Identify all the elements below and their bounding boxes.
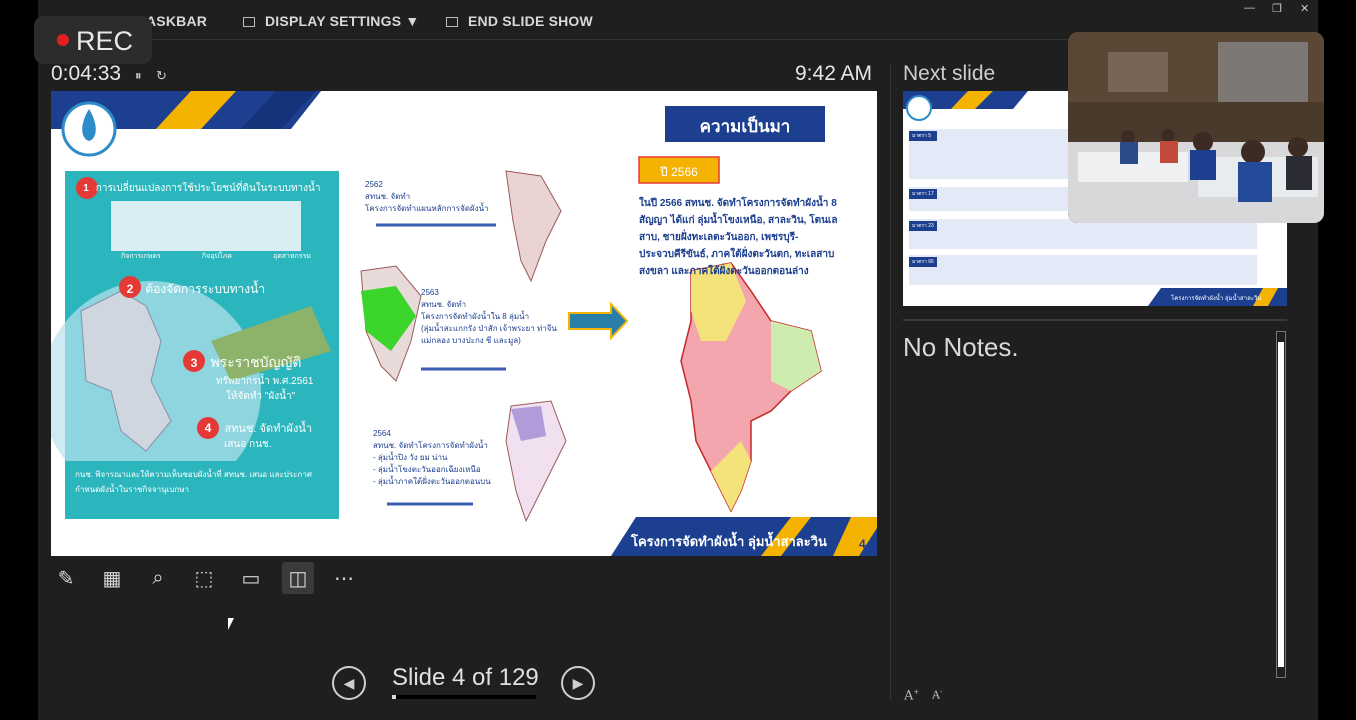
icon-captions: กิจการเกษตร กิจอุปโภค อุตสาหกรรม [121, 253, 311, 260]
left-item-4: 4 สทนช. จัดทำผังน้ำ เสนอ กนช. [200, 419, 312, 452]
current-time: 9:42 AM [795, 62, 873, 85]
minimize-button[interactable]: — [1244, 2, 1255, 14]
next-slide-label: Next slide [903, 62, 996, 85]
description-text: ในปี 2566 สทนช. จัดทำโครงการจัดทำผังน้ำ … [639, 198, 838, 277]
zoom-icon[interactable]: ⌕ [142, 562, 174, 594]
decrease-font-button[interactable]: A- [932, 688, 942, 702]
next-row-label: มาตรา 66 [912, 259, 934, 265]
see-all-slides-icon[interactable]: ▦ [96, 562, 128, 594]
arrow-graphic [568, 301, 629, 341]
year-badge: ปี 2566 [660, 165, 698, 179]
pointer-options-icon[interactable]: ⬚ [188, 562, 220, 594]
left-panel-footer: กนช. พิจารณาและให้ความเห็นชอบผังน้ำที่ ส… [75, 470, 312, 494]
scrollbar-thumb[interactable] [1278, 342, 1284, 667]
end-show-icon [446, 17, 458, 27]
elapsed-timer: 0:04:33 [51, 62, 122, 85]
restore-button[interactable]: ❐ [1272, 2, 1282, 15]
timeline-2564: 2564 สทนช. จัดทำโครงการจัดทำผังน้ำ - ลุ่… [373, 429, 491, 486]
taskbar-button[interactable]: ASKBAR [146, 13, 207, 29]
next-slide-page-number: 5 [1279, 295, 1283, 301]
timeline-2563: 2563 สทนช. จัดทำ โครงการจัดทำผังน้ำใน 8 … [421, 288, 557, 345]
next-row-label: มาตรา 5 [912, 133, 932, 139]
camera-icon[interactable]: ◫ [282, 562, 314, 594]
current-slide[interactable]: ความเป็นมา ปี 2566 ในปี 2566 สทนช. จัดทำ… [51, 91, 877, 556]
pen-icon[interactable]: ✎ [50, 562, 82, 594]
camera-feed[interactable] [1068, 32, 1324, 223]
increase-font-button[interactable]: A+ [904, 688, 919, 703]
slide-page-number: 4 [859, 537, 866, 551]
meeting-room-video [1068, 32, 1324, 223]
item-number: 2 [126, 282, 134, 296]
next-slide-footer: โครงการจัดทำผังน้ำ ลุ่มน้ำสาละวิน [1171, 296, 1262, 302]
subtitles-icon[interactable]: ▭ [235, 562, 267, 594]
slide-footer-title: โครงการจัดทำผังน้ำ ลุ่มน้ำสาละวิน [631, 534, 827, 549]
item-number: 1 [83, 183, 89, 194]
next-row-label: มาตรา 17 [912, 191, 934, 197]
notes-separator[interactable] [903, 319, 1287, 321]
record-dot-icon [57, 34, 69, 46]
next-arrow-icon: ▶ [572, 674, 584, 691]
left-item-1: 1 การเปลี่ยนแปลงการใช้ประโยชน์ที่ดินในระ… [79, 181, 320, 196]
more-options-icon[interactable]: ⋯ [328, 562, 360, 594]
slide-progress-bar [392, 695, 536, 699]
close-button[interactable]: ✕ [1300, 2, 1309, 15]
previous-arrow-icon: ◀ [343, 674, 355, 691]
progress-fill [392, 695, 397, 699]
previous-slide-button[interactable]: ◀ [332, 666, 366, 700]
left-item-2: 2 ต้องจัดการระบบทางน้ำ [122, 280, 265, 299]
panel-divider[interactable] [890, 64, 891, 700]
recording-indicator: REC [34, 16, 152, 64]
item-number: 3 [190, 356, 198, 370]
display-settings-button[interactable]: DISPLAY SETTINGS ▼ [243, 13, 419, 29]
reset-timer-button[interactable]: ↻ [156, 68, 167, 84]
speaker-notes[interactable]: No Notes. [903, 332, 1019, 363]
notes-scrollbar[interactable] [1276, 331, 1286, 678]
left-item-3: 3 พระราชบัญญัติ ทรัพยากรน้ำ พ.ศ.2561 ให้… [186, 352, 314, 404]
slide-counter: Slide 4 of 129 [392, 664, 539, 691]
next-slide-button[interactable]: ▶ [561, 666, 595, 700]
end-slide-show-button[interactable]: END SLIDE SHOW [446, 13, 593, 29]
pause-timer-button[interactable]: ⏸ [135, 68, 142, 84]
display-settings-icon [243, 17, 255, 27]
item-number: 4 [204, 421, 212, 435]
mouse-cursor-icon [228, 618, 234, 630]
next-row-label: มาตรา 23 [912, 223, 934, 229]
slide-title: ความเป็นมา [699, 117, 791, 136]
timeline-2562: 2562 สทนช. จัดทำ โครงการจัดทำแผนหลักการจ… [365, 180, 489, 213]
